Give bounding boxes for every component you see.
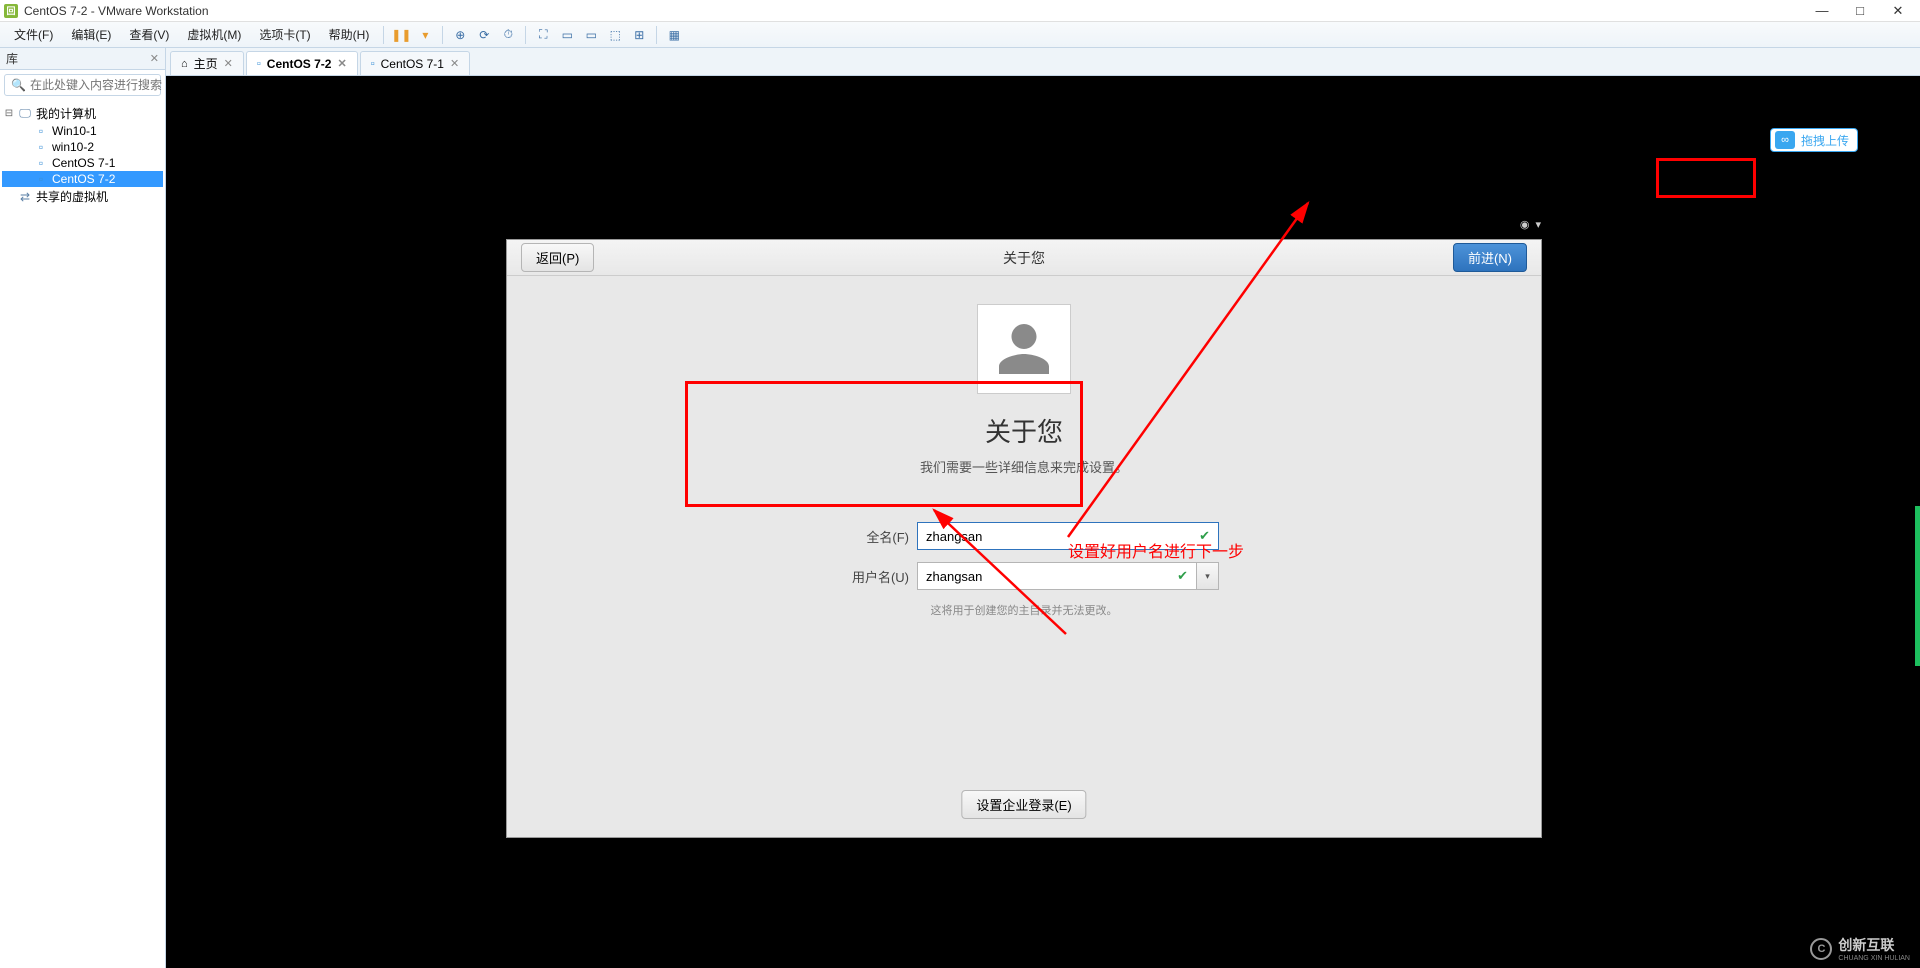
revert-icon[interactable]: ⟳ — [473, 24, 495, 46]
app-icon: 回 — [4, 4, 18, 18]
right-edge-indicator — [1915, 506, 1920, 666]
vm-icon: ▫ — [371, 58, 375, 70]
cloud-icon: ∞ — [1775, 131, 1795, 149]
close-button[interactable]: ✕ — [1888, 3, 1908, 19]
search-icon: 🔍 — [11, 78, 26, 92]
tree-vm-centos71[interactable]: ▫ CentOS 7-1 — [2, 155, 163, 171]
username-label: 用户名(U) — [829, 567, 909, 586]
setup-body: 关于您 我们需要一些详细信息来完成设置。 全名(F) ✔ 用户名(U) — [507, 276, 1541, 618]
menu-help[interactable]: 帮助(H) — [321, 23, 378, 46]
close-icon[interactable]: ✕ — [337, 57, 346, 70]
home-icon: ⌂ — [181, 58, 188, 70]
snapshot-icon[interactable]: ⊕ — [449, 24, 471, 46]
minimize-button[interactable]: — — [1812, 3, 1832, 19]
setup-toolbar: 返回(P) 关于您 前进(N) — [507, 240, 1541, 276]
user-icon — [994, 319, 1054, 379]
vm-console[interactable]: ◉ ▾ 返回(P) 关于您 前进(N) 关于您 我们需要一些详细信息来完成设置。 — [166, 76, 1920, 968]
tab-home[interactable]: ⌂ 主页 ✕ — [170, 51, 244, 75]
tab-centos71[interactable]: ▫ CentOS 7-1 ✕ — [360, 51, 471, 75]
gnome-topbar-right: ◉ ▾ — [1520, 218, 1541, 231]
close-icon[interactable]: ✕ — [224, 57, 233, 70]
watermark: C 创新互联 CHUANG XIN HULIAN — [1810, 935, 1910, 962]
enterprise-login-button[interactable]: 设置企业登录(E) — [961, 790, 1086, 819]
setup-heading: 关于您 — [507, 412, 1541, 449]
menu-tabs[interactable]: 选项卡(T) — [251, 23, 318, 46]
window-titlebar: 回 CentOS 7-2 - VMware Workstation — □ ✕ — [0, 0, 1920, 22]
play-dropdown-icon[interactable]: ▾ — [414, 24, 436, 46]
tree-vm-win10-2[interactable]: ▫ win10-2 — [2, 139, 163, 155]
tab-centos72[interactable]: ▫ CentOS 7-2 ✕ — [246, 51, 358, 75]
unity-icon[interactable]: ⬚ — [604, 24, 626, 46]
library-tree: ⊟ 🖵 我的计算机 ▫ Win10-1 ▫ win10-2 ▫ CentOS 7… — [0, 100, 165, 210]
accessibility-icon[interactable]: ◉ — [1520, 218, 1530, 231]
library-icon[interactable]: ▦ — [663, 24, 685, 46]
menu-edit[interactable]: 编辑(E) — [63, 23, 119, 46]
username-dropdown-button[interactable]: ▾ — [1197, 562, 1219, 590]
sidebar-title: 库 — [6, 50, 18, 67]
username-input-wrap[interactable]: ✔ — [917, 562, 1197, 590]
menu-bar: 文件(F) 编辑(E) 查看(V) 虚拟机(M) 选项卡(T) 帮助(H) ❚❚… — [0, 22, 1920, 48]
gnome-initial-setup: ◉ ▾ 返回(P) 关于您 前进(N) 关于您 我们需要一些详细信息来完成设置。 — [506, 239, 1542, 838]
library-sidebar: 库 ✕ 🔍 ▼ ⊟ 🖵 我的计算机 ▫ Win10-1 ▫ win10-2 ▫ — [0, 48, 166, 968]
next-button[interactable]: 前进(N) — [1453, 243, 1527, 272]
setup-subtitle: 我们需要一些详细信息来完成设置。 — [507, 457, 1541, 476]
window-title: CentOS 7-2 - VMware Workstation — [24, 4, 1812, 18]
watermark-logo-icon: C — [1810, 938, 1832, 960]
vm-icon: ▫ — [34, 124, 48, 138]
manage-icon[interactable]: ⏱ — [497, 24, 519, 46]
menu-file[interactable]: 文件(F) — [6, 23, 61, 46]
tab-bar: ⌂ 主页 ✕ ▫ CentOS 7-2 ✕ ▫ CentOS 7-1 ✕ — [166, 48, 1920, 76]
tree-root-mycomputer[interactable]: ⊟ 🖵 我的计算机 — [2, 104, 163, 123]
username-input[interactable] — [926, 569, 1177, 584]
menu-view[interactable]: 查看(V) — [121, 23, 177, 46]
dropdown-icon[interactable]: ▾ — [1535, 218, 1541, 231]
search-input[interactable] — [30, 78, 185, 92]
upload-badge[interactable]: ∞ 拖拽上传 — [1770, 128, 1858, 152]
setup-toolbar-title: 关于您 — [1003, 248, 1045, 268]
computer-icon: 🖵 — [18, 107, 32, 121]
user-form: 全名(F) ✔ 用户名(U) ✔ ▾ — [829, 522, 1219, 618]
tree-vm-win10-1[interactable]: ▫ Win10-1 — [2, 123, 163, 139]
sidebar-close-icon[interactable]: ✕ — [150, 52, 159, 65]
menu-vm[interactable]: 虚拟机(M) — [179, 23, 249, 46]
avatar-placeholder[interactable] — [977, 304, 1071, 394]
vm-icon: ▫ — [34, 172, 48, 186]
close-icon[interactable]: ✕ — [450, 57, 459, 70]
pause-icon[interactable]: ❚❚ — [390, 24, 412, 46]
fullname-label: 全名(F) — [829, 527, 909, 546]
annotation-text: 设置好用户名进行下一步 — [1068, 538, 1244, 562]
shared-icon: ⇄ — [18, 190, 32, 204]
vm-icon: ▫ — [34, 156, 48, 170]
check-icon: ✔ — [1177, 568, 1188, 584]
maximize-button[interactable]: □ — [1850, 3, 1870, 19]
vm-icon: ▫ — [34, 140, 48, 154]
tree-vm-centos72[interactable]: ▫ CentOS 7-2 — [2, 171, 163, 187]
tree-shared[interactable]: ⇄ 共享的虚拟机 — [2, 187, 163, 206]
username-hint: 这将用于创建您的主目录并无法更改。 — [829, 602, 1219, 618]
sidebar-header: 库 ✕ — [0, 48, 165, 70]
fullscreen-icon[interactable]: ▭ — [580, 24, 602, 46]
collapse-icon[interactable]: ⊟ — [4, 108, 14, 119]
search-box[interactable]: 🔍 ▼ — [4, 74, 161, 96]
vm-icon: ▫ — [257, 58, 261, 70]
content-area: ⌂ 主页 ✕ ▫ CentOS 7-2 ✕ ▫ CentOS 7-1 ✕ ◉ ▾ — [166, 48, 1920, 968]
back-button[interactable]: 返回(P) — [521, 243, 594, 272]
thumbnail-icon[interactable]: ⊞ — [628, 24, 650, 46]
fit-guest-icon[interactable]: ⛶ — [532, 24, 554, 46]
console-icon[interactable]: ▭ — [556, 24, 578, 46]
expand-icon[interactable] — [4, 191, 14, 202]
